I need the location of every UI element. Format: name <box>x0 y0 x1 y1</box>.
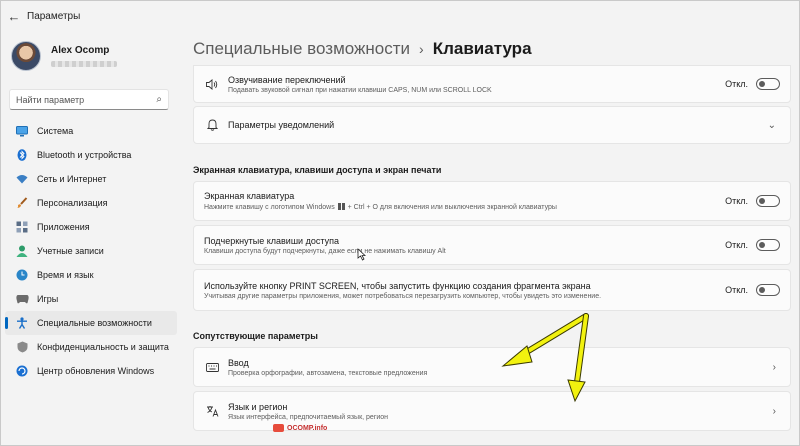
watermark: OCOMP.info <box>273 424 327 432</box>
sidebar-item-label: Игры <box>37 294 59 304</box>
bluetooth-icon <box>15 148 29 162</box>
breadcrumb: Специальные возможности › Клавиатура <box>193 39 532 59</box>
sound-toggle-switch[interactable] <box>756 78 780 90</box>
sidebar-item-label: Конфиденциальность и защита <box>37 342 169 352</box>
sidebar-item-privacy[interactable]: Конфиденциальность и защита <box>5 335 177 359</box>
on-screen-keyboard-card: Экранная клавиатура Нажмите клавишу с ло… <box>193 181 791 221</box>
underline-keys-card: Подчеркнутые клавиши доступа Клавиши дос… <box>193 225 791 265</box>
chevron-right-icon[interactable]: › <box>773 362 776 373</box>
osk-desc-part1: Нажмите клавишу с логотипом Windows <box>204 204 335 211</box>
sidebar-item-network[interactable]: Сеть и Интернет <box>5 167 177 191</box>
accessibility-icon <box>15 316 29 330</box>
sidebar-item-bluetooth[interactable]: Bluetooth и устройства <box>5 143 177 167</box>
title-bar: ← Параметры <box>1 1 799 31</box>
notifications-title: Параметры уведомлений <box>228 120 335 130</box>
profile-name: Alex Ocomp <box>51 45 110 56</box>
sidebar-item-windows-update[interactable]: Центр обновления Windows <box>5 359 177 383</box>
sound-toggle-card: Озвучивание переключений Подавать звуков… <box>193 65 791 103</box>
page-title: Клавиатура <box>432 39 532 58</box>
underline-keys-title: Подчеркнутые клавиши доступа <box>204 235 339 246</box>
gamepad-icon <box>15 292 29 306</box>
sidebar-item-accessibility[interactable]: Специальные возможности <box>5 311 177 335</box>
person-icon <box>15 244 29 258</box>
sidebar-item-label: Система <box>37 126 74 136</box>
input-title: Ввод <box>228 357 249 368</box>
search-icon[interactable]: ⌕ <box>156 94 162 105</box>
search-input[interactable] <box>16 94 157 105</box>
shield-icon <box>15 340 29 354</box>
chevron-right-icon[interactable]: › <box>773 406 776 417</box>
osk-toggle-switch[interactable] <box>756 195 780 207</box>
watermark-text: OCOMP.info <box>287 424 328 432</box>
sound-toggle-state: Откл. <box>725 79 748 89</box>
keyboard-icon <box>204 362 220 372</box>
wifi-icon <box>15 172 29 186</box>
print-screen-title: Используйте кнопку PRINT SCREEN, чтобы з… <box>204 280 591 291</box>
input-desc: Проверка орфографии, автозамена, текстов… <box>228 369 428 377</box>
sidebar-nav: Система Bluetooth и устройства Сеть и Ин… <box>5 119 177 383</box>
apps-icon <box>15 220 29 234</box>
breadcrumb-separator: › <box>419 41 424 57</box>
sidebar-item-label: Специальные возможности <box>37 318 152 328</box>
notifications-card[interactable]: Параметры уведомлений ⌄ <box>193 106 791 144</box>
sidebar-item-apps[interactable]: Приложения <box>5 215 177 239</box>
sidebar-item-label: Время и язык <box>37 270 94 280</box>
sidebar-item-label: Сеть и Интернет <box>37 174 107 184</box>
language-title: Язык и регион <box>228 401 288 412</box>
breadcrumb-parent[interactable]: Специальные возможности <box>193 39 410 59</box>
sidebar-item-personalization[interactable]: Персонализация <box>5 191 177 215</box>
osk-title: Экранная клавиатура <box>204 191 295 201</box>
sidebar-item-label: Центр обновления Windows <box>37 366 155 376</box>
print-screen-desc: Учитывая другие параметры приложения, мо… <box>204 292 602 300</box>
window-title: Параметры <box>27 10 81 22</box>
sound-toggle-desc: Подавать звуковой сигнал при нажатии кла… <box>228 86 492 94</box>
print-screen-toggle-switch[interactable] <box>756 284 780 296</box>
back-arrow-icon[interactable]: ← <box>1 9 27 24</box>
globe-clock-icon <box>15 268 29 282</box>
windows-logo-icon <box>337 203 345 210</box>
avatar <box>11 41 41 71</box>
watermark-logo-icon <box>273 424 284 432</box>
monitor-icon <box>15 124 29 138</box>
language-desc: Язык интерфейса, предпочитаемый язык, ре… <box>228 413 389 421</box>
sidebar-item-accounts[interactable]: Учетные записи <box>5 239 177 263</box>
sidebar-item-system[interactable]: Система <box>5 119 177 143</box>
input-card[interactable]: Ввод Проверка орфографии, автозамена, те… <box>193 347 791 387</box>
sidebar-item-label: Bluetooth и устройства <box>37 150 132 160</box>
profile-email-blurred <box>51 61 117 67</box>
sidebar-item-label: Приложения <box>37 222 90 232</box>
sidebar-item-gaming[interactable]: Игры <box>5 287 177 311</box>
profile[interactable]: Alex Ocomp <box>11 41 117 71</box>
section-title-related: Сопутствующие параметры <box>193 331 318 341</box>
bell-icon <box>204 119 220 131</box>
chevron-down-icon[interactable]: ⌄ <box>768 120 776 131</box>
underline-keys-toggle-switch[interactable] <box>756 239 780 251</box>
search-box[interactable]: ⌕ <box>9 89 169 110</box>
osk-state: Откл. <box>725 196 748 206</box>
sidebar-item-label: Персонализация <box>37 198 108 208</box>
osk-desc-part2: + Ctrl + O для включения или выключения … <box>347 204 557 211</box>
print-screen-card: Используйте кнопку PRINT SCREEN, чтобы з… <box>193 269 791 311</box>
language-icon <box>204 405 220 417</box>
sidebar-item-label: Учетные записи <box>37 246 104 256</box>
sidebar: Alex Ocomp ⌕ Система Bluetooth и устройс… <box>1 31 181 445</box>
sidebar-item-time-language[interactable]: Время и язык <box>5 263 177 287</box>
mouse-cursor-icon <box>357 248 366 261</box>
sound-toggle-title: Озвучивание переключений <box>228 74 346 85</box>
print-screen-state: Откл. <box>725 285 748 295</box>
underline-keys-state: Откл. <box>725 240 748 250</box>
brush-icon <box>15 196 29 210</box>
update-icon <box>15 364 29 378</box>
underline-keys-desc: Клавиши доступа будут подчеркнуты, даже … <box>204 247 446 255</box>
section-title-osk: Экранная клавиатура, клавиши доступа и э… <box>193 165 442 175</box>
settings-window: ← Параметры Alex Ocomp ⌕ Система <box>0 0 800 446</box>
speaker-icon <box>204 78 220 90</box>
